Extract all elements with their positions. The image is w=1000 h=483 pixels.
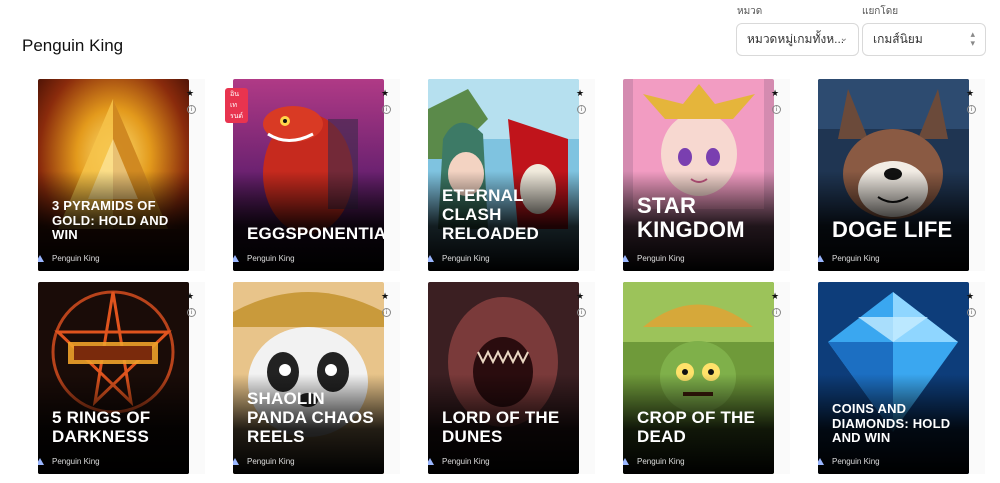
game-provider: Penguin King (442, 457, 490, 466)
info-icon[interactable]: i (577, 105, 586, 114)
game-card[interactable]: ETERNAL CLASH RELOADED Penguin King (428, 79, 579, 271)
penguin-logo-icon (38, 458, 44, 465)
game-title: CROP OF THE DEAD (637, 407, 756, 446)
game-card[interactable]: COINS AND DIAMONDS: HOLD AND WIN Penguin… (818, 282, 969, 474)
game-card[interactable]: 5 RINGS OF DARKNESS Penguin King (38, 282, 189, 474)
game-card[interactable]: DOGE LIFE Penguin King (818, 79, 969, 271)
penguin-logo-icon (428, 458, 434, 465)
star-icon[interactable]: ★ (576, 291, 584, 302)
game-provider: Penguin King (832, 457, 880, 466)
star-icon[interactable]: ★ (771, 291, 779, 302)
chevron-down-icon: ⌄ (839, 33, 848, 44)
penguin-logo-icon (233, 458, 239, 465)
game-provider: Penguin King (832, 254, 880, 263)
game-provider: Penguin King (247, 254, 295, 263)
game-title: STAR KINGDOM (637, 192, 745, 243)
game-title: ETERNAL CLASH RELOADED (442, 185, 539, 243)
trending-badge: อินเทรนด์ (225, 88, 249, 123)
category-filter-label: หมวด (737, 6, 763, 17)
info-icon[interactable]: i (772, 105, 781, 114)
penguin-logo-icon (38, 255, 44, 262)
penguin-logo-icon (233, 255, 239, 262)
game-card[interactable]: SHAOLIN PANDA CHAOS REELS Penguin King (233, 282, 384, 474)
info-icon[interactable]: i (967, 105, 976, 114)
game-provider: Penguin King (247, 457, 295, 466)
game-provider: Penguin King (52, 254, 100, 263)
penguin-logo-icon (818, 458, 824, 465)
game-title: EGGSPONENTIAL (247, 223, 384, 243)
penguin-logo-icon (623, 255, 629, 262)
sort-filter-select[interactable]: เกมส์นิยม ▴ ▾ (862, 23, 986, 56)
game-card[interactable]: EGGSPONENTIAL Penguin King (233, 79, 384, 271)
game-provider: Penguin King (442, 254, 490, 263)
category-filter-value: หมวดหมู่เกมทั้งห... (747, 32, 845, 46)
game-title: DOGE LIFE (832, 217, 953, 243)
info-icon[interactable]: i (187, 105, 196, 114)
game-provider: Penguin King (637, 254, 685, 263)
sort-filter-label: แยกโดย (862, 6, 899, 17)
game-card[interactable]: LORD OF THE DUNES Penguin King (428, 282, 579, 474)
penguin-logo-icon (818, 255, 824, 262)
info-icon[interactable]: i (382, 308, 391, 317)
game-title: COINS AND DIAMONDS: HOLD AND WIN (832, 401, 951, 446)
star-icon[interactable]: ★ (381, 88, 389, 99)
info-icon[interactable]: i (577, 308, 586, 317)
info-icon[interactable]: i (382, 105, 391, 114)
game-provider: Penguin King (637, 457, 685, 466)
game-provider: Penguin King (52, 457, 100, 466)
penguin-logo-icon (623, 458, 629, 465)
star-icon[interactable]: ★ (966, 88, 974, 99)
game-card[interactable]: CROP OF THE DEAD Penguin King (623, 282, 774, 474)
info-icon[interactable]: i (967, 308, 976, 317)
star-icon[interactable]: ★ (771, 88, 779, 99)
game-title: LORD OF THE DUNES (442, 407, 560, 446)
game-card[interactable]: STAR KINGDOM Penguin King (623, 79, 774, 271)
star-icon[interactable]: ★ (381, 291, 389, 302)
game-title: 3 PYRAMIDS OF GOLD: HOLD AND WIN (52, 198, 169, 243)
game-card[interactable]: 3 PYRAMIDS OF GOLD: HOLD AND WIN Penguin… (38, 79, 189, 271)
info-icon[interactable]: i (772, 308, 781, 317)
game-title: SHAOLIN PANDA CHAOS REELS (247, 388, 374, 446)
penguin-logo-icon (428, 255, 434, 262)
info-icon[interactable]: i (187, 308, 196, 317)
star-icon[interactable]: ★ (966, 291, 974, 302)
game-title: 5 RINGS OF DARKNESS (52, 407, 151, 446)
sort-updown-icon: ▴ ▾ (970, 29, 975, 48)
category-filter-select[interactable]: หมวดหมู่เกมทั้งห... ⌄ (736, 23, 859, 56)
sort-filter-value: เกมส์นิยม (873, 32, 923, 46)
page-title: Penguin King (22, 36, 124, 55)
star-icon[interactable]: ★ (186, 291, 194, 302)
star-icon[interactable]: ★ (576, 88, 584, 99)
star-icon[interactable]: ★ (186, 88, 194, 99)
